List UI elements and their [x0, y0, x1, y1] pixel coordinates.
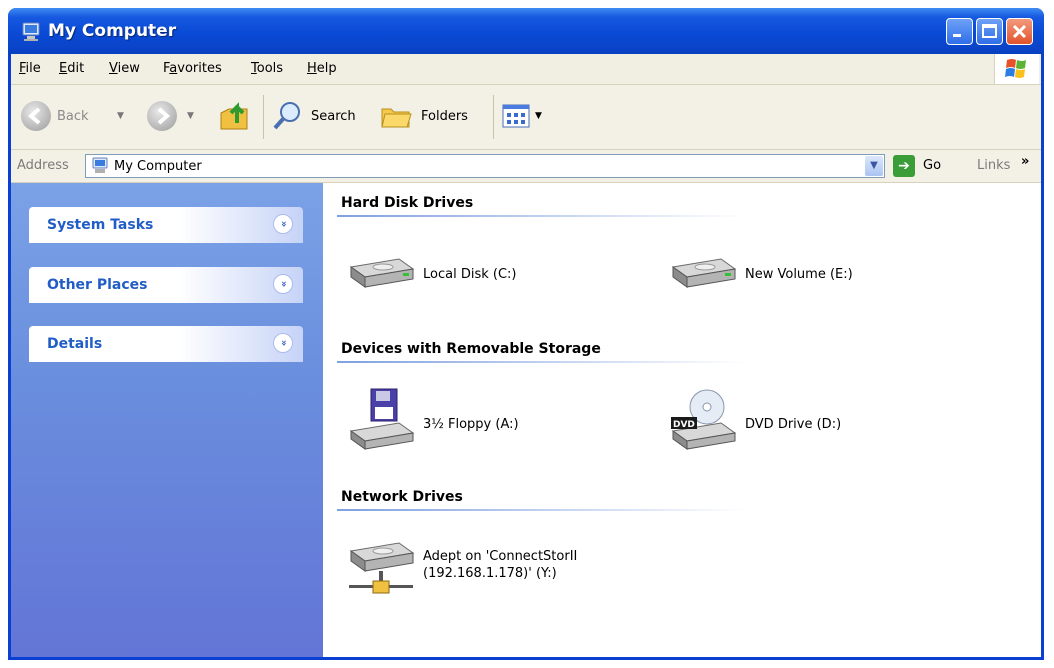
svg-text:DVD: DVD [673, 420, 695, 430]
drive-label: DVD Drive (D:) [745, 417, 842, 432]
hard-disk-icon [349, 258, 415, 288]
up-button[interactable] [217, 97, 253, 135]
drive-label: New Volume (E:) [745, 267, 853, 282]
computer-icon [22, 22, 40, 41]
up-folder-icon [220, 102, 248, 130]
search-label: Search [311, 109, 356, 124]
group-header-hard-disks: Hard Disk Drives [341, 195, 474, 211]
links-chevron-icon[interactable]: » [1021, 154, 1029, 169]
address-dropdown-icon[interactable]: ▼ [865, 156, 883, 176]
network-drive-icon [349, 542, 415, 594]
floppy-drive-icon [349, 388, 415, 450]
forward-button[interactable]: ▼ [147, 101, 201, 133]
menu-view[interactable]: View [109, 61, 140, 76]
group-header-network: Network Drives [341, 489, 463, 505]
folders-button[interactable]: Folders [379, 99, 489, 133]
panel-title: System Tasks [47, 217, 154, 233]
drive-network-y[interactable]: Adept on 'ConnectStorII (192.168.1.178)'… [345, 537, 645, 607]
group-divider [337, 509, 747, 511]
windows-logo [994, 54, 1039, 84]
panel-system-tasks[interactable]: System Tasks » [29, 207, 303, 243]
drive-dvd-d[interactable]: DVD DVD Drive (D:) [667, 387, 887, 457]
drive-label: 3½ Floppy (A:) [423, 417, 519, 432]
minimize-icon [953, 34, 961, 37]
maximize-icon [982, 24, 997, 38]
chevron-down-icon[interactable]: » [273, 274, 293, 294]
group-divider [337, 215, 747, 217]
back-icon [21, 101, 51, 131]
panel-details[interactable]: Details » [29, 326, 303, 362]
computer-icon [92, 157, 108, 173]
group-header-removable: Devices with Removable Storage [341, 341, 601, 357]
toolbar-separator [493, 95, 494, 139]
menu-bar: File Edit View Favorites Tools Help [11, 54, 1041, 85]
address-input[interactable]: My Computer ▼ [85, 154, 885, 178]
back-dropdown-icon[interactable]: ▼ [117, 111, 124, 121]
folders-label: Folders [421, 109, 468, 124]
minimize-button[interactable] [946, 18, 973, 45]
folders-icon [381, 108, 412, 128]
views-button[interactable]: ▼ [501, 101, 547, 131]
links-label[interactable]: Links [977, 158, 1010, 173]
address-label: Address [17, 158, 69, 173]
title-bar[interactable]: My Computer [8, 8, 1044, 54]
menu-help[interactable]: Help [307, 61, 337, 76]
file-list-pane: Hard Disk Drives Local Disk (C:) New Vol… [323, 183, 1041, 657]
drive-label-line2: (192.168.1.178)' (Y:) [423, 566, 557, 581]
go-button[interactable]: Go [923, 158, 941, 173]
window-frame: My Computer File Edit View Favorites Too… [8, 8, 1044, 660]
drive-label: Local Disk (C:) [423, 267, 517, 282]
forward-dropdown-icon[interactable]: ▼ [187, 111, 194, 121]
close-icon [1012, 24, 1027, 39]
go-arrow-icon[interactable]: ➔ [893, 155, 915, 177]
explorer-window: My Computer File Edit View Favorites Too… [0, 0, 1054, 668]
toolbar-separator [263, 95, 264, 139]
chevron-down-icon[interactable]: » [273, 214, 293, 234]
search-button[interactable]: Search [271, 99, 371, 133]
drive-new-volume-e[interactable]: New Volume (E:) [667, 245, 907, 315]
content-area: System Tasks » Other Places » Details » … [11, 183, 1041, 657]
drive-floppy-a[interactable]: 3½ Floppy (A:) [345, 387, 565, 457]
forward-icon [147, 101, 177, 131]
menu-favorites[interactable]: Favorites [163, 61, 222, 76]
standard-toolbar: Back ▼ ▼ Search Folders ▼ [11, 85, 1041, 150]
menu-tools[interactable]: Tools [251, 61, 283, 76]
task-pane: System Tasks » Other Places » Details » [11, 183, 323, 657]
panel-title: Details [47, 336, 103, 352]
address-bar: Address My Computer ▼ ➔ Go Links » [11, 150, 1041, 183]
maximize-button[interactable] [976, 18, 1003, 45]
address-value: My Computer [114, 159, 202, 174]
chevron-down-icon[interactable]: » [273, 333, 293, 353]
group-divider [337, 361, 747, 363]
dvd-drive-icon: DVD [671, 389, 737, 450]
panel-title: Other Places [47, 277, 148, 293]
hard-disk-icon [671, 258, 737, 288]
windows-logo-icon [1005, 59, 1026, 78]
views-dropdown-icon[interactable]: ▼ [535, 111, 542, 121]
menu-edit[interactable]: Edit [59, 61, 84, 76]
views-icon [502, 104, 530, 128]
search-icon [273, 102, 300, 130]
drive-label: Adept on 'ConnectStorII [423, 549, 578, 564]
back-button[interactable]: Back ▼ [21, 101, 131, 133]
menu-file[interactable]: File [19, 61, 41, 76]
panel-other-places[interactable]: Other Places » [29, 267, 303, 303]
back-label: Back [57, 109, 89, 124]
close-button[interactable] [1006, 18, 1033, 45]
drive-local-disk-c[interactable]: Local Disk (C:) [345, 245, 565, 315]
window-title: My Computer [48, 21, 177, 41]
